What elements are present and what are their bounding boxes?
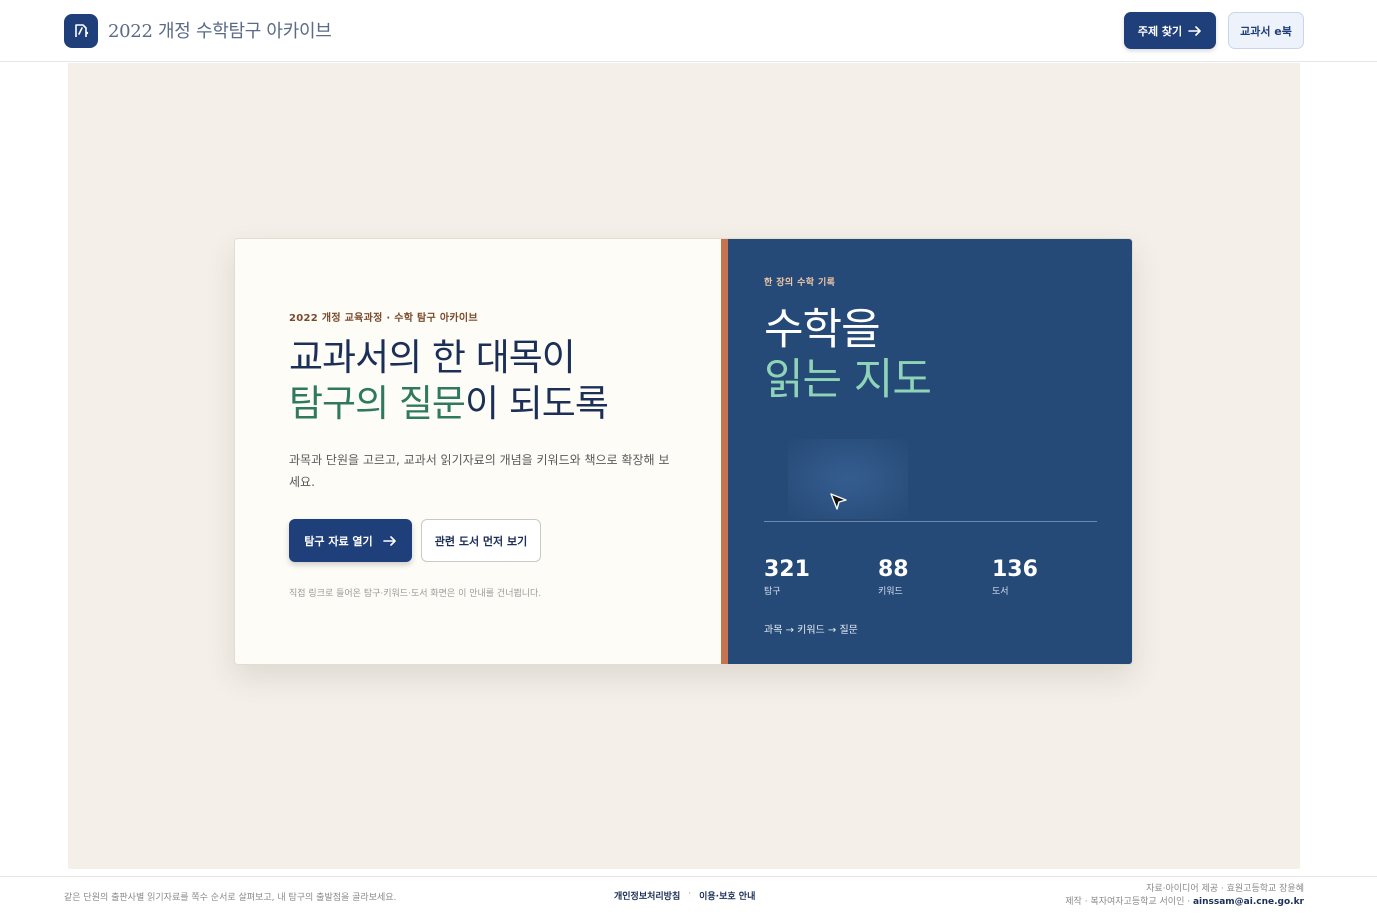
usage-guide-link[interactable]: 이용·보호 안내 [699,889,755,902]
view-books-button[interactable]: 관련 도서 먼저 보기 [421,519,541,562]
site-title[interactable]: 2022 개정 수학탐구 아카이브 [108,17,332,43]
top-header: 2022 개정 수학탐구 아카이브 주제 찾기 교과서 e북 [0,0,1377,62]
hero-eyebrow: 2022 개정 교육과정 · 수학 탐구 아카이브 [289,313,478,324]
credit-line-2: 제작 · 복자여자고등학교 서이인 · ainssam@ai.cne.go.kr [1065,896,1304,909]
skip-note: 직접 링크로 들어온 탐구·키워드·도서 화면은 이 안내를 건너뜁니다. [289,589,542,599]
stat-label: 탐구 [764,587,781,597]
arrow-right-icon [1188,25,1201,36]
panel-eyebrow: 한 장의 수학 기록 [764,278,836,288]
headline-line-2-rest: 이 되도록 [464,382,609,425]
stat-value: 136 [992,557,1038,582]
panel-title-line-2: 읽는 지도 [764,355,932,405]
arrow-right-icon [382,535,396,546]
textbook-ebook-button[interactable]: 교과서 e북 [1228,12,1304,49]
hero-description: 과목과 단원을 고르고, 교과서 읽기자료의 개념을 키워드와 책으로 확장해 … [289,453,670,489]
stat-keywords: 88 키워드 [878,557,909,597]
footer-guide-text: 같은 단원의 출판사별 읽기자료를 쪽수 순서로 살펴보고, 내 탐구의 출발점… [64,893,397,903]
stat-value: 321 [764,557,810,582]
stat-inquiries: 321 탐구 [764,557,810,597]
headline-line-2: 탐구의 질문이 되도록 [289,381,609,427]
footer-credits: 자료·아이디어 제공 · 효원고등학교 장윤혜 제작 · 복자여자고등학교 서이… [1065,883,1304,909]
open-inquiry-button[interactable]: 탐구 자료 열기 [289,519,412,562]
panel-divider-line [764,521,1097,522]
credit-line-2-prefix: 제작 · 복자여자고등학교 서이인 · [1065,897,1193,907]
privacy-policy-link[interactable]: 개인정보처리방침 [614,889,680,902]
intro-card: 2022 개정 교육과정 · 수학 탐구 아카이브 교과서의 한 대목이 탐구의… [234,238,1133,665]
intro-card-content: 2022 개정 교육과정 · 수학 탐구 아카이브 교과서의 한 대목이 탐구의… [235,239,721,664]
panel-title: 수학을 읽는 지도 [764,305,932,405]
find-topic-button[interactable]: 주제 찾기 [1124,12,1216,49]
site-footer: 같은 단원의 출판사별 읽기자료를 쪽수 순서로 살펴보고, 내 탐구의 출발점… [0,876,1377,914]
math-map-panel: 한 장의 수학 기록 수학을 읽는 지도 321 탐구 88 키워드 136 도… [728,239,1132,664]
footer-separator: · [688,889,692,899]
stat-books: 136 도서 [992,557,1038,597]
footer-links: 개인정보처리방침 · 이용·보호 안내 [614,889,755,902]
card-divider [721,239,728,664]
stat-label: 도서 [992,587,1009,597]
stat-label: 키워드 [878,587,903,597]
headline-line-1: 교과서의 한 대목이 [289,336,576,379]
find-topic-label: 주제 찾기 [1137,24,1183,38]
credit-line-1: 자료·아이디어 제공 · 효원고등학교 장윤혜 [1146,884,1304,894]
intro-stage: 2022 개정 교육과정 · 수학 탐구 아카이브 교과서의 한 대목이 탐구의… [68,63,1300,869]
archive-logo-icon[interactable] [64,14,98,48]
stat-value: 88 [878,557,909,582]
open-inquiry-label: 탐구 자료 열기 [304,534,373,548]
contact-email-link[interactable]: ainssam@ai.cne.go.kr [1193,897,1304,907]
headline-accent: 탐구의 질문 [289,382,466,425]
panel-title-line-1: 수학을 [764,305,881,355]
mouse-cursor-icon [830,493,847,510]
panel-flow: 과목 → 키워드 → 질문 [764,625,858,636]
hero-headline: 교과서의 한 대목이 탐구의 질문이 되도록 [289,335,609,427]
